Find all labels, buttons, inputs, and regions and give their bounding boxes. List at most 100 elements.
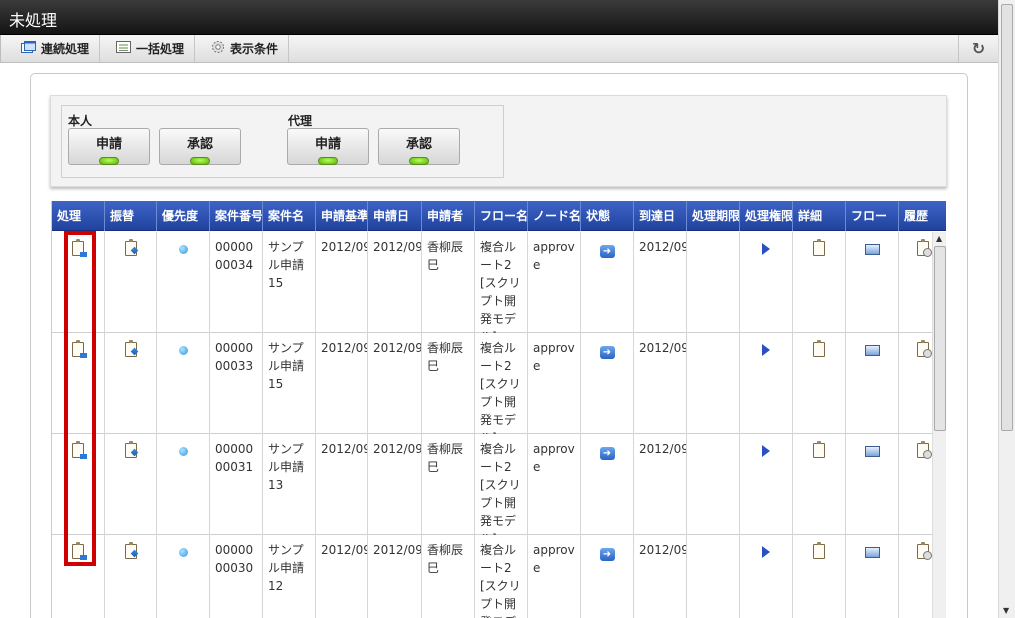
flow-image-icon[interactable]: [864, 244, 880, 255]
proxy-approve-label: 承認: [405, 137, 432, 152]
play-triangle-icon[interactable]: [762, 546, 770, 558]
cell-transfer: [105, 232, 157, 333]
column-header[interactable]: 履歴: [899, 201, 946, 231]
transfer-icon[interactable]: [124, 441, 137, 458]
table-row[interactable]: 0000000030サンプル申請122012/09/2012/09/香柳辰巳複合…: [52, 535, 932, 618]
priority-dot-icon: [178, 548, 188, 557]
cell-deadline: [687, 535, 740, 618]
cell-applicant: 香柳辰巳: [422, 232, 475, 333]
column-header[interactable]: 状態: [581, 201, 634, 231]
detail-icon[interactable]: [813, 340, 825, 357]
column-header[interactable]: 申請者: [422, 201, 475, 231]
cell-priority: [157, 333, 210, 434]
sequential-process-label: 連続処理: [41, 42, 90, 56]
column-header[interactable]: 詳細: [793, 201, 846, 231]
column-header[interactable]: 申請基準日: [316, 201, 368, 231]
grid-scrollbar-thumb[interactable]: [934, 246, 946, 431]
column-header[interactable]: 処理期限: [687, 201, 740, 231]
page-scrollbar-thumb[interactable]: [1001, 4, 1013, 431]
table-row[interactable]: 0000000033サンプル申請152012/09/2012/09/香柳辰巳複合…: [52, 333, 932, 434]
detail-icon[interactable]: [813, 239, 825, 256]
cell-number: 0000000033: [210, 333, 263, 434]
process-icon[interactable]: [72, 340, 87, 358]
history-icon[interactable]: [916, 441, 932, 459]
play-triangle-icon[interactable]: [762, 344, 770, 356]
cell-authority: [740, 232, 793, 333]
detail-icon[interactable]: [813, 441, 825, 458]
scroll-down-icon[interactable]: ▼: [1003, 606, 1009, 615]
flow-image-icon[interactable]: [864, 345, 880, 356]
sequential-process-button[interactable]: 連続処理: [13, 35, 101, 62]
cell-number: 0000000031: [210, 434, 263, 535]
cell-detail: [793, 333, 846, 434]
process-icon[interactable]: [72, 239, 87, 257]
column-header[interactable]: フロー: [846, 201, 899, 231]
led-indicator-icon: [409, 157, 429, 165]
window-title: 未処理: [0, 0, 1015, 35]
history-icon[interactable]: [916, 542, 932, 560]
cell-flow: 複合ルート2[スクリプト開発モデル]: [475, 434, 528, 535]
display-conditions-label: 表示条件: [230, 42, 279, 56]
proxy-approve-button[interactable]: 承認: [378, 128, 460, 165]
toolbar: 連続処理 一括処理 表示条件 ↻: [0, 35, 998, 63]
self-apply-button[interactable]: 申請: [68, 128, 150, 165]
cell-applicant: 香柳辰巳: [422, 434, 475, 535]
cell-process: [52, 232, 105, 333]
transfer-icon[interactable]: [124, 340, 137, 357]
cell-process: [52, 434, 105, 535]
cell-flow: 複合ルート2[スクリプト開発モデル]: [475, 232, 528, 333]
cell-process: [52, 333, 105, 434]
column-header[interactable]: 処理権限: [740, 201, 793, 231]
column-header[interactable]: 到達日: [634, 201, 687, 231]
cell-base_date: 2012/09/: [316, 232, 368, 333]
column-header[interactable]: 優先度: [157, 201, 210, 231]
column-header[interactable]: 処理: [52, 201, 105, 231]
play-triangle-icon[interactable]: [762, 243, 770, 255]
detail-icon[interactable]: [813, 542, 825, 559]
column-header[interactable]: 申請日: [368, 201, 422, 231]
cell-number: 0000000030: [210, 535, 263, 618]
cell-applicant: 香柳辰巳: [422, 535, 475, 618]
history-icon[interactable]: [916, 239, 932, 257]
process-icon[interactable]: [72, 542, 87, 560]
proxy-apply-button[interactable]: 申請: [287, 128, 369, 165]
self-approve-button[interactable]: 承認: [159, 128, 241, 165]
window-icon: [21, 40, 36, 57]
cell-node: approve: [528, 434, 581, 535]
page-scrollbar[interactable]: ▼: [998, 0, 1015, 618]
grid-scrollbar[interactable]: ▲: [932, 232, 946, 618]
table-row[interactable]: 0000000034サンプル申請152012/09/2012/09/香柳辰巳複合…: [52, 232, 932, 333]
batch-process-button[interactable]: 一括処理: [108, 35, 196, 62]
cell-flow: [846, 434, 899, 535]
flow-image-icon[interactable]: [864, 446, 880, 457]
cell-base_date: 2012/09/: [316, 535, 368, 618]
flow-image-icon[interactable]: [864, 547, 880, 558]
cell-flow: [846, 232, 899, 333]
cell-authority: [740, 535, 793, 618]
play-triangle-icon[interactable]: [762, 445, 770, 457]
column-header[interactable]: 案件番号: [210, 201, 263, 231]
column-header[interactable]: 振替: [105, 201, 157, 231]
cell-applicant: 香柳辰巳: [422, 333, 475, 434]
cell-flow: 複合ルート2[スクリプト開発モデル]: [475, 333, 528, 434]
proxy-apply-label: 申請: [314, 137, 341, 152]
transfer-icon[interactable]: [124, 542, 137, 559]
cell-transfer: [105, 434, 157, 535]
scroll-up-icon[interactable]: ▲: [936, 234, 942, 243]
cell-priority: [157, 535, 210, 618]
column-header[interactable]: 案件名: [263, 201, 316, 231]
refresh-icon[interactable]: ↻: [958, 35, 998, 62]
column-header[interactable]: ノード名: [528, 201, 581, 231]
history-icon[interactable]: [916, 340, 932, 358]
self-apply-label: 申請: [95, 137, 122, 152]
checklist-icon: [116, 41, 131, 56]
table-row[interactable]: 0000000031サンプル申請132012/09/2012/09/香柳辰巳複合…: [52, 434, 932, 535]
cell-deadline: [687, 434, 740, 535]
led-indicator-icon: [99, 157, 119, 165]
led-indicator-icon: [318, 157, 338, 165]
cell-apply_date: 2012/09/: [368, 333, 422, 434]
transfer-icon[interactable]: [124, 239, 137, 256]
column-header[interactable]: フロー名: [475, 201, 528, 231]
display-conditions-button[interactable]: 表示条件: [203, 35, 290, 62]
process-icon[interactable]: [72, 441, 87, 459]
